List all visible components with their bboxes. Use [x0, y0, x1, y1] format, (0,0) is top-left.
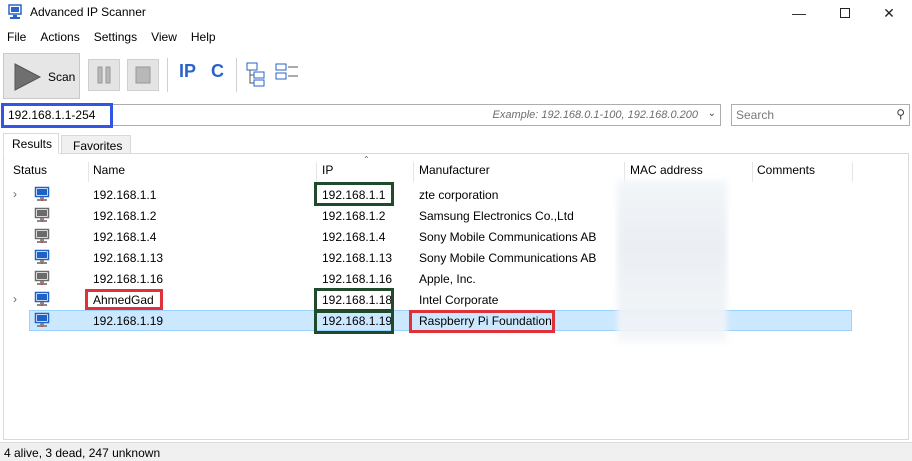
- column-status[interactable]: Status: [13, 163, 47, 177]
- status-summary: 4 alive, 3 dead, 247 unknown: [4, 446, 161, 460]
- column-separator: [88, 162, 89, 182]
- search-icon[interactable]: ⚲: [896, 107, 905, 121]
- ip-range-example: Example: 192.168.0.1-100, 192.168.0.200: [492, 109, 699, 121]
- column-ip[interactable]: IP: [322, 163, 333, 177]
- tab-favorites[interactable]: Favorites: [61, 135, 131, 154]
- table-row[interactable]: 192.168.1.4 192.168.1.4 Sony Mobile Commun…: [0, 226, 912, 247]
- row-ip: 192.168.1.4: [322, 230, 386, 244]
- toolbar: Scan IP C: [0, 50, 912, 102]
- pause-icon: [97, 66, 111, 84]
- column-separator: [624, 162, 625, 182]
- column-mac[interactable]: MAC address: [630, 163, 703, 177]
- menu-settings[interactable]: Settings: [87, 28, 144, 48]
- stop-icon: [135, 66, 151, 84]
- address-row: 192.168.1.1-254 Example: 192.168.0.1-100…: [0, 103, 912, 129]
- row-manufacturer: Sony Mobile Communications AB: [419, 251, 597, 265]
- computer-icon: [34, 312, 50, 327]
- tab-results[interactable]: Results: [3, 133, 59, 154]
- play-icon: [14, 63, 42, 91]
- column-separator: [316, 162, 317, 182]
- computer-icon: [34, 291, 50, 306]
- table-row[interactable]: 192.168.1.13 192.168.1.13 Sony Mobile Comm…: [0, 247, 912, 268]
- column-comments[interactable]: Comments: [757, 163, 815, 177]
- column-separator: [413, 162, 414, 182]
- row-name: 192.168.1.4: [93, 230, 157, 244]
- toolbar-separator: [236, 58, 237, 92]
- computer-icon: [34, 249, 50, 264]
- mac-address-blur: [617, 180, 727, 342]
- title-bar: Advanced IP Scanner — ✕: [0, 0, 912, 26]
- menu-file[interactable]: File: [0, 28, 33, 48]
- search-field[interactable]: ⚲: [731, 104, 910, 126]
- app-icon: [8, 4, 22, 19]
- row-name: 192.168.1.2: [93, 209, 157, 223]
- status-bar: 4 alive, 3 dead, 247 unknown: [0, 442, 912, 461]
- row-ip: 192.168.1.13: [322, 251, 393, 265]
- maximize-icon: [840, 8, 850, 18]
- expand-all-icon[interactable]: [246, 62, 268, 88]
- name-highlight: [85, 289, 163, 310]
- row-manufacturer: Sony Mobile Communications AB: [419, 230, 597, 244]
- window-title: Advanced IP Scanner: [30, 5, 146, 19]
- row-ip: 192.168.1.2: [322, 209, 386, 223]
- row-manufacturer: Apple, Inc.: [419, 272, 476, 286]
- ip-highlight: [314, 310, 394, 334]
- range-highlight: [1, 103, 113, 128]
- scan-label: Scan: [48, 70, 76, 84]
- column-name[interactable]: Name: [93, 163, 125, 177]
- column-separator: [752, 162, 753, 182]
- ip-highlight: [314, 288, 394, 312]
- ip-highlight: [314, 182, 394, 206]
- ip-class-button[interactable]: IP: [179, 61, 196, 82]
- chevron-down-icon[interactable]: ⌄: [708, 108, 716, 119]
- chevron-right-icon[interactable]: ›: [13, 292, 17, 306]
- table-row[interactable]: › 192.168.1.1 192.168.1.1 zte corporation: [0, 184, 912, 205]
- menu-actions[interactable]: Actions: [33, 28, 86, 48]
- row-name: 192.168.1.16: [93, 272, 164, 286]
- computer-icon: [34, 228, 50, 243]
- row-manufacturer: Samsung Electronics Co.,Ltd: [419, 209, 574, 223]
- close-icon: ✕: [883, 4, 895, 21]
- search-input[interactable]: [736, 108, 876, 122]
- collapse-all-icon[interactable]: [274, 62, 300, 88]
- column-manufacturer[interactable]: Manufacturer: [419, 163, 490, 177]
- stop-button[interactable]: [127, 59, 159, 91]
- minimize-button[interactable]: —: [776, 0, 822, 26]
- maximize-button[interactable]: [822, 0, 868, 26]
- manufacturer-highlight: [409, 310, 555, 333]
- toolbar-separator: [167, 58, 168, 92]
- row-name: 192.168.1.13: [93, 251, 164, 265]
- minimize-icon: —: [792, 5, 806, 21]
- menu-view[interactable]: View: [144, 28, 184, 48]
- chevron-right-icon[interactable]: ›: [13, 187, 17, 201]
- row-name: 192.168.1.1: [93, 188, 157, 202]
- pause-button[interactable]: [88, 59, 120, 91]
- c-class-button[interactable]: C: [211, 61, 224, 82]
- row-ip: 192.168.1.16: [322, 272, 393, 286]
- table-row[interactable]: 192.168.1.16 192.168.1.16 Apple, Inc.: [0, 268, 912, 289]
- close-button[interactable]: ✕: [866, 0, 912, 26]
- sort-ascending-icon: ⌃: [363, 155, 370, 164]
- column-separator: [852, 162, 853, 182]
- row-name: 192.168.1.19: [93, 314, 164, 328]
- menu-help[interactable]: Help: [184, 28, 223, 48]
- row-manufacturer: zte corporation: [419, 188, 499, 202]
- computer-icon: [34, 186, 50, 201]
- scan-button[interactable]: Scan: [3, 53, 80, 99]
- row-manufacturer: Intel Corporate: [419, 293, 499, 307]
- computer-icon: [34, 270, 50, 285]
- computer-icon: [34, 207, 50, 222]
- table-row[interactable]: 192.168.1.2 192.168.1.2 Samsung Electronic…: [0, 205, 912, 226]
- menu-bar: File Actions Settings View Help: [0, 28, 223, 48]
